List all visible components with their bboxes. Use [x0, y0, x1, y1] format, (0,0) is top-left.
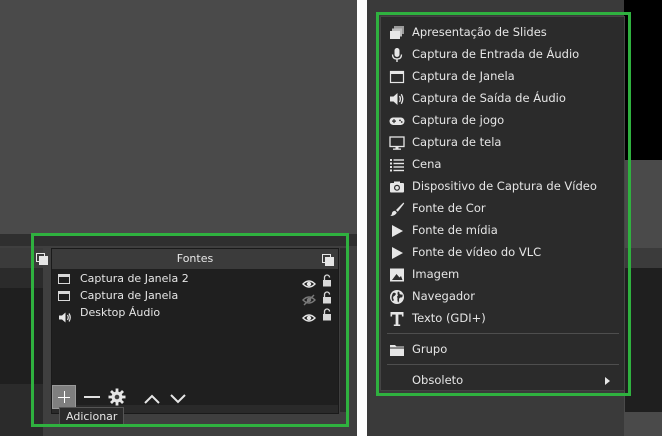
camera-icon	[389, 179, 405, 195]
menu-item-label: Captura de Janela	[412, 69, 515, 83]
window-icon	[58, 274, 70, 284]
dock-float-icon[interactable]	[36, 253, 48, 265]
add-tooltip: Adicionar	[59, 407, 125, 426]
dock-header	[625, 248, 662, 268]
source-item[interactable]: Captura de Janela 2	[52, 271, 338, 288]
source-item[interactable]: Captura de Janela	[52, 288, 338, 306]
window-icon	[389, 69, 405, 85]
dock-separator	[0, 234, 357, 246]
menu-item-label: Navegador	[412, 289, 475, 303]
obs-window-right: Apresentação de Slides Captura de Entrad…	[367, 0, 662, 436]
vertical-scrollbar[interactable]	[340, 248, 348, 412]
menu-item-label: Fonte de vídeo do VLC	[412, 245, 542, 259]
menu-item-label: Cena	[412, 157, 442, 171]
menu-item-label: Captura de jogo	[412, 113, 505, 127]
eye-icon[interactable]	[302, 308, 316, 327]
menu-separator	[387, 364, 619, 365]
menu-item-game-capture[interactable]: Captura de jogo	[381, 110, 626, 132]
sources-dock-partial	[625, 248, 662, 412]
source-item-label: Desktop Áudio	[80, 306, 161, 319]
menu-item-video-capture-device[interactable]: Dispositivo de Captura de Vídeo	[381, 176, 626, 198]
submenu-arrow-icon	[605, 377, 610, 385]
add-source-button[interactable]	[52, 385, 76, 409]
brush-icon	[389, 201, 405, 217]
menu-item-label: Grupo	[412, 342, 448, 356]
lock-icon[interactable]	[322, 306, 332, 325]
play-icon	[389, 223, 405, 239]
obs-window-left: Fontes Captura de Janela 2 Captura de Ja…	[0, 0, 357, 436]
add-source-menu: Apresentação de Slides Captura de Entrad…	[380, 16, 625, 391]
speaker-icon	[58, 308, 72, 327]
slideshow-icon	[389, 25, 405, 41]
menu-item-slideshow[interactable]: Apresentação de Slides	[381, 22, 626, 44]
menu-item-vlc-source[interactable]: Fonte de vídeo do VLC	[381, 242, 626, 264]
menu-item-audio-input[interactable]: Captura de Entrada de Áudio	[381, 44, 626, 66]
dock-float-icon[interactable]	[322, 254, 334, 266]
monitor-icon	[389, 135, 405, 151]
preview-area	[624, 0, 662, 160]
list-icon	[389, 157, 405, 173]
menu-item-scene[interactable]: Cena	[381, 154, 626, 176]
menu-item-label: Captura de Saída de Áudio	[412, 91, 566, 105]
globe-icon	[389, 289, 405, 305]
gamepad-icon	[389, 113, 405, 129]
microphone-icon	[389, 47, 405, 63]
preview-area	[0, 0, 357, 234]
window-icon	[58, 291, 70, 301]
chevron-up-icon[interactable]	[143, 390, 161, 409]
menu-item-label: Apresentação de Slides	[412, 25, 547, 39]
menu-item-group[interactable]: Grupo	[381, 339, 626, 361]
menu-item-text-gdi[interactable]: Texto (GDI+)	[381, 308, 626, 330]
menu-item-label: Fonte de mídia	[412, 223, 498, 237]
menu-item-window-capture[interactable]: Captura de Janela	[381, 66, 626, 88]
menu-item-color-source[interactable]: Fonte de Cor	[381, 198, 626, 220]
play-icon	[389, 245, 405, 261]
menu-item-label: Imagem	[412, 267, 460, 281]
menu-item-label: Texto (GDI+)	[412, 311, 486, 325]
menu-item-image[interactable]: Imagem	[381, 264, 626, 286]
source-item-label: Captura de Janela	[80, 289, 179, 302]
text-icon	[389, 311, 405, 327]
remove-source-button[interactable]	[84, 396, 100, 398]
folder-icon	[389, 342, 405, 358]
scenes-dock	[0, 248, 48, 436]
menu-item-label: Dispositivo de Captura de Vídeo	[412, 179, 597, 193]
chevron-down-icon[interactable]	[169, 390, 187, 409]
source-item[interactable]: Desktop Áudio	[52, 305, 338, 325]
menu-item-label: Captura de Entrada de Áudio	[412, 47, 580, 61]
scenes-list[interactable]	[0, 288, 43, 384]
speaker-icon	[389, 91, 405, 107]
sources-dock-title: Fontes	[52, 249, 338, 269]
menu-item-label: Fonte de Cor	[412, 201, 486, 215]
menu-item-media-source[interactable]: Fonte de mídia	[381, 220, 626, 242]
menu-separator	[387, 333, 619, 334]
menu-item-label: Captura de tela	[412, 135, 502, 149]
menu-item-audio-output[interactable]: Captura de Saída de Áudio	[381, 88, 626, 110]
image-icon	[389, 267, 405, 283]
menu-item-browser[interactable]: Navegador	[381, 286, 626, 308]
source-item-label: Captura de Janela 2	[80, 272, 189, 285]
menu-item-display-capture[interactable]: Captura de tela	[381, 132, 626, 154]
menu-item-label: Obsoleto	[412, 373, 464, 387]
menu-item-deprecated[interactable]: Obsoleto	[381, 370, 626, 392]
